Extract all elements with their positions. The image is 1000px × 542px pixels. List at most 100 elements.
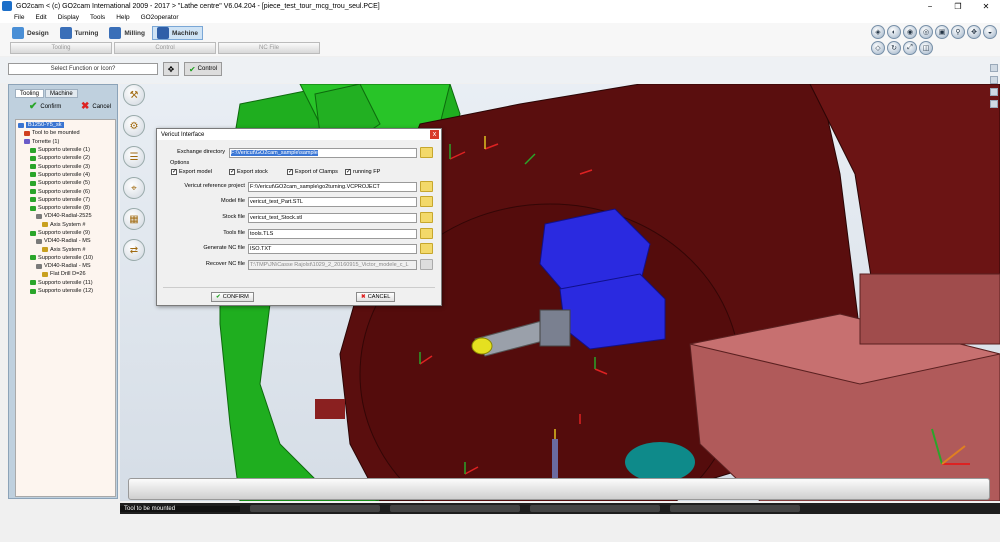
- export-model-checkbox[interactable]: ✓: [171, 169, 177, 175]
- minimize-button[interactable]: −: [916, 0, 944, 12]
- tools-file-input[interactable]: tools.TLS: [248, 229, 417, 239]
- menu-help[interactable]: Help: [116, 14, 129, 21]
- tree-node[interactable]: VDI40-Radial - MS: [16, 262, 115, 270]
- panel-confirm-button[interactable]: ✔ Confirm: [29, 101, 61, 112]
- tree-node[interactable]: Supporto utensile (1): [16, 146, 115, 154]
- stock-file-input[interactable]: vericut_test_Stock.stl: [248, 213, 417, 223]
- view-pan-icon[interactable]: ✥: [967, 25, 981, 39]
- menu-go2operator[interactable]: GO2operator: [141, 14, 179, 21]
- view-wire-icon[interactable]: ◇: [871, 41, 885, 55]
- tree-node[interactable]: Tool to be mounted: [16, 129, 115, 137]
- tree-node[interactable]: Axis System #: [16, 245, 115, 253]
- tree-node[interactable]: Supporto utensile (5): [16, 179, 115, 187]
- view-zoom-icon[interactable]: ⚲: [951, 25, 965, 39]
- tab-milling[interactable]: Milling: [105, 26, 149, 40]
- close-window-button[interactable]: ✕: [972, 0, 1000, 12]
- view-fit-icon[interactable]: ⤢: [903, 41, 917, 55]
- tree-node[interactable]: VDI40-Radial-2525: [16, 212, 115, 220]
- confirm-button[interactable]: ✔ CONFIRM: [211, 292, 254, 302]
- tree-node[interactable]: Axis System #: [16, 221, 115, 229]
- tree-node[interactable]: Supporto utensile (11): [16, 279, 115, 287]
- tab-design[interactable]: Design: [8, 26, 53, 40]
- tools-file-folder-icon[interactable]: [420, 228, 433, 239]
- export-clamps-check[interactable]: ✓ Export of Clamps: [287, 169, 345, 175]
- right-tool-1[interactable]: [990, 64, 998, 72]
- tree-node[interactable]: Supporto utensile (12): [16, 287, 115, 295]
- exchange-row: Exchange directory F:\Vericut\GO2cam_sam…: [157, 147, 443, 159]
- menu-file[interactable]: File: [14, 14, 24, 21]
- right-tool-2[interactable]: [990, 76, 998, 84]
- function-picker-icon[interactable]: ✥: [163, 62, 179, 76]
- model-file-folder-icon[interactable]: [420, 196, 433, 207]
- export-model-check[interactable]: ✓ Export model: [171, 169, 229, 175]
- tool-tree[interactable]: B1250-Y5_sk Tool to be mounted Torrette (1…: [15, 119, 116, 497]
- tool-swap-icon[interactable]: ⇄: [123, 239, 145, 261]
- menu-edit[interactable]: Edit: [35, 14, 46, 21]
- tree-node[interactable]: Supporto utensile (6): [16, 187, 115, 195]
- tool-list-icon[interactable]: ☰: [123, 146, 145, 168]
- panel-tab-tooling[interactable]: Tooling: [15, 89, 45, 98]
- tree-node[interactable]: B1250-Y5_sk: [16, 121, 115, 129]
- tree-node[interactable]: Supporto utensile (10): [16, 254, 115, 262]
- status-slider-3[interactable]: [530, 505, 660, 512]
- tree-node[interactable]: Supporto utensile (8): [16, 204, 115, 212]
- stock-file-folder-icon[interactable]: [420, 212, 433, 223]
- function-search-input[interactable]: Select Function or Icon?: [8, 63, 158, 75]
- reference-project-input[interactable]: F:\Vericut\GO2cam_sample\go2turning.VCPR…: [248, 182, 417, 192]
- tree-node[interactable]: VDI40-Radial - MS: [16, 237, 115, 245]
- recover-nc-input: T:\TMP\JN\Casse Rajolst\1029_2_20160915_…: [248, 260, 417, 270]
- view-zoom-window-icon[interactable]: ▣: [935, 25, 949, 39]
- simulation-timeline[interactable]: [128, 478, 990, 500]
- dialog-close-button[interactable]: x: [430, 130, 439, 139]
- view-section-icon[interactable]: ◫: [919, 41, 933, 55]
- status-slider-2[interactable]: [390, 505, 520, 512]
- subtab-control[interactable]: Control: [114, 42, 216, 54]
- running-fp-checkbox[interactable]: ✓: [345, 169, 351, 175]
- view-rotate-icon[interactable]: ↻: [887, 41, 901, 55]
- export-stock-checkbox[interactable]: ✓: [229, 169, 235, 175]
- right-tool-3[interactable]: [990, 88, 998, 96]
- view-front-icon[interactable]: ◐: [887, 25, 901, 39]
- tree-node[interactable]: Supporto utensile (7): [16, 196, 115, 204]
- tool-measure-icon[interactable]: ⌖: [123, 177, 145, 199]
- dialog-separator: [163, 287, 435, 288]
- tool-mount-icon[interactable]: ⚙: [123, 115, 145, 137]
- dialog-title: Vericut Interface: [161, 131, 205, 138]
- tree-node[interactable]: Supporto utensile (3): [16, 162, 115, 170]
- right-tool-4[interactable]: [990, 100, 998, 108]
- menu-display[interactable]: Display: [58, 14, 79, 21]
- subtab-nc-file[interactable]: NC File: [218, 42, 320, 54]
- export-stock-check[interactable]: ✓ Export stock: [229, 169, 287, 175]
- model-file-input[interactable]: vericut_test_Part.STL: [248, 197, 417, 207]
- status-slider-1[interactable]: [250, 505, 380, 512]
- status-slider-4[interactable]: [670, 505, 800, 512]
- running-fp-check[interactable]: ✓ running FP: [345, 169, 380, 175]
- exchange-folder-icon[interactable]: [420, 147, 433, 158]
- cancel-button[interactable]: ✖ CANCEL: [356, 292, 396, 302]
- tree-node[interactable]: Supporto utensile (9): [16, 229, 115, 237]
- menu-tools[interactable]: Tools: [90, 14, 105, 21]
- view-eye-icon[interactable]: ◉: [903, 25, 917, 39]
- tree-node[interactable]: Supporto utensile (4): [16, 171, 115, 179]
- generate-nc-input[interactable]: ISO.TXT: [248, 244, 417, 254]
- reference-project-folder-icon[interactable]: [420, 181, 433, 192]
- generate-nc-folder-icon[interactable]: [420, 243, 433, 254]
- subtab-tooling[interactable]: Tooling: [10, 42, 112, 54]
- panel-tab-machine[interactable]: Machine: [45, 89, 78, 98]
- view-eye2-icon[interactable]: ◎: [919, 25, 933, 39]
- tab-machine[interactable]: Machine: [151, 26, 203, 40]
- tool-holder-icon[interactable]: ⚒: [123, 84, 145, 106]
- tree-node[interactable]: Torrette (1): [16, 138, 115, 146]
- tab-turning[interactable]: Turning: [56, 26, 103, 40]
- panel-cancel-button[interactable]: ✖ Cancel: [81, 101, 111, 112]
- exchange-directory-input[interactable]: F:\Vericut\GO2cam_sample\sample: [229, 148, 417, 158]
- tree-node[interactable]: Flat Drill D=26: [16, 270, 115, 278]
- view-iso-icon[interactable]: ◈: [871, 25, 885, 39]
- tool-table-icon[interactable]: ▦: [123, 208, 145, 230]
- view-shade-icon[interactable]: ◒: [983, 25, 997, 39]
- maximize-button[interactable]: ❐: [944, 0, 972, 12]
- tree-node[interactable]: Supporto utensile (2): [16, 154, 115, 162]
- control-button[interactable]: ✔ Control: [184, 62, 222, 76]
- export-clamps-checkbox[interactable]: ✓: [287, 169, 293, 175]
- exchange-directory-value: F:\Vericut\GO2cam_sample\sample: [231, 150, 318, 156]
